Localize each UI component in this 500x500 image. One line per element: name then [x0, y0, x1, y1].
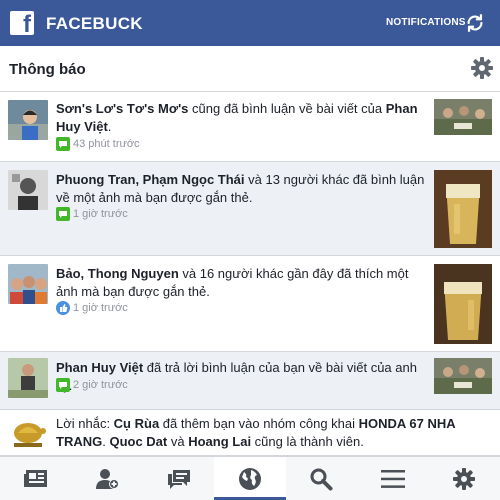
- notification-text: Sơn's Lơ's Tơ's Mơ's cũng đã bình luận v…: [56, 100, 426, 136]
- menu-icon: [380, 470, 405, 488]
- entity-name[interactable]: Phuong Tran, Phạm Ngọc Thái: [56, 172, 245, 187]
- comment-icon: [56, 207, 70, 221]
- text-fragment: cũng đã bình luận về bài viết của: [188, 101, 386, 116]
- text-fragment: và: [167, 434, 189, 449]
- globe-icon: [238, 468, 261, 490]
- post-thumbnail[interactable]: [434, 99, 492, 135]
- news-feed-icon: [23, 470, 47, 487]
- comment-icon: [56, 378, 70, 392]
- text-fragment: .: [107, 119, 112, 134]
- timestamp: 2 giờ trước: [73, 379, 128, 391]
- notification-text: Bảo, Thong Nguyen và 16 người khác gần đ…: [56, 265, 426, 301]
- refresh-icon[interactable]: [464, 12, 486, 34]
- notification-text: Phuong Tran, Phạm Ngọc Thái và 13 người …: [56, 171, 426, 207]
- notifications-button[interactable]: NOTIFICATIONS: [386, 17, 466, 28]
- timestamp: 43 phút trước: [73, 138, 140, 150]
- text-fragment: cũng là thành viên.: [251, 434, 364, 449]
- nav-news-feed[interactable]: [0, 457, 71, 500]
- bottom-nav: [0, 456, 500, 500]
- top-bar: f FACEBUCK NOTIFICATIONS: [0, 0, 500, 46]
- nav-menu[interactable]: [357, 457, 428, 500]
- entity-name[interactable]: Sơn's Lơ's Tơ's Mơ's: [56, 101, 188, 116]
- comment-icon: [56, 137, 70, 151]
- avatar: [8, 264, 48, 304]
- search-icon: [310, 468, 333, 491]
- notification-item[interactable]: Lời nhắc: Cụ Rùa đã thêm bạn vào nhóm cô…: [0, 410, 500, 456]
- friend-requests-icon: [96, 469, 120, 489]
- entity-name[interactable]: Bảo, Thong Nguyen: [56, 266, 179, 281]
- page-title: Thông báo: [9, 61, 86, 78]
- notification-item[interactable]: Phuong Tran, Phạm Ngọc Thái và 13 người …: [0, 162, 500, 256]
- entity-name[interactable]: Quoc Dat: [109, 434, 167, 449]
- entity-name[interactable]: Phan Huy Việt: [56, 360, 143, 375]
- section-header: Thông báo: [0, 46, 500, 92]
- group-avatar: [8, 413, 48, 453]
- entity-name[interactable]: Cụ Rùa: [114, 416, 160, 431]
- nav-search[interactable]: [286, 457, 357, 500]
- notification-meta: 1 giờ trước: [56, 301, 128, 315]
- photo-thumbnail[interactable]: [434, 170, 492, 248]
- nav-settings[interactable]: [429, 457, 500, 500]
- avatar: [8, 358, 48, 398]
- avatar: [8, 100, 48, 140]
- messages-icon: [167, 470, 190, 489]
- nav-notifications[interactable]: [214, 457, 287, 500]
- photo-thumbnail[interactable]: [434, 264, 492, 344]
- avatar: [8, 170, 48, 210]
- nav-messages[interactable]: [143, 457, 214, 500]
- entity-name[interactable]: Hoang Lai: [188, 434, 251, 449]
- settings-icon: [453, 468, 476, 490]
- post-thumbnail[interactable]: [434, 358, 492, 394]
- facebook-logo-icon: f: [10, 11, 34, 35]
- notification-meta: 2 giờ trước: [56, 378, 128, 392]
- nav-friend-requests[interactable]: [71, 457, 142, 500]
- notification-text: Lời nhắc: Cụ Rùa đã thêm bạn vào nhóm cô…: [56, 415, 496, 451]
- notification-item[interactable]: Bảo, Thong Nguyen và 16 người khác gần đ…: [0, 256, 500, 352]
- notification-meta: 43 phút trước: [56, 137, 140, 151]
- like-icon: [56, 301, 70, 315]
- gear-icon[interactable]: [470, 56, 494, 80]
- notification-item[interactable]: Phan Huy Việt đã trả lời bình luận của b…: [0, 352, 500, 410]
- notification-item[interactable]: Sơn's Lơ's Tơ's Mơ's cũng đã bình luận v…: [0, 92, 500, 162]
- app-title: FACEBUCK: [46, 14, 143, 33]
- notification-meta: 1 giờ trước: [56, 207, 128, 221]
- timestamp: 1 giờ trước: [73, 208, 128, 220]
- timestamp: 1 giờ trước: [73, 302, 128, 314]
- text-fragment: Lời nhắc:: [56, 416, 114, 431]
- text-fragment: đã thêm bạn vào nhóm công khai: [159, 416, 359, 431]
